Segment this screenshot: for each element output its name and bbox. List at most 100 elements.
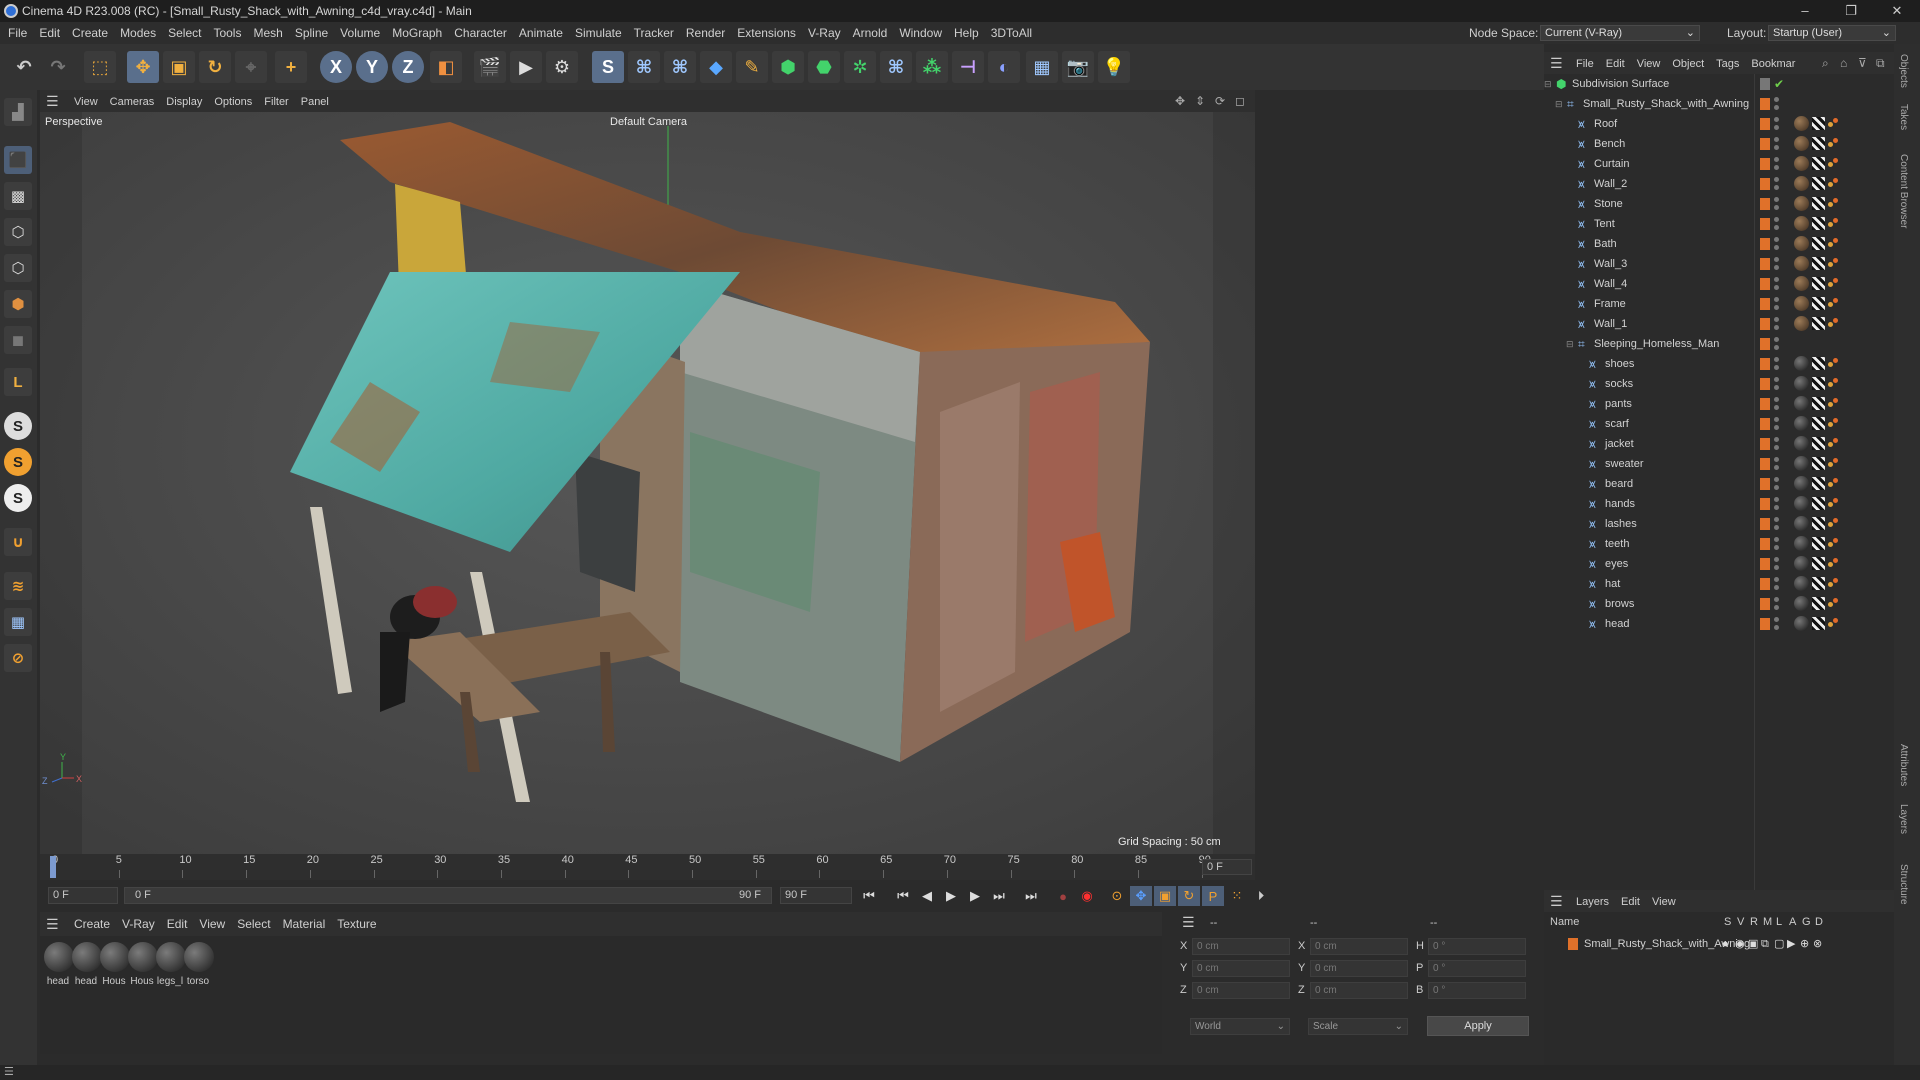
menu-volume[interactable]: Volume: [334, 22, 386, 44]
uvw-tag-icon[interactable]: [1812, 537, 1825, 550]
texture-mode-icon[interactable]: ▩: [4, 182, 32, 210]
redo-icon[interactable]: ↷: [42, 51, 74, 83]
uv-mode-icon[interactable]: ◼: [4, 326, 32, 354]
field-icon[interactable]: ◐: [988, 51, 1020, 83]
uvw-tag-icon[interactable]: [1812, 217, 1825, 230]
material-tag-icon[interactable]: [1794, 176, 1809, 191]
pan-icon[interactable]: ✥: [1175, 90, 1185, 112]
snap-icon[interactable]: S: [4, 412, 32, 440]
python-icon[interactable]: ⌘: [628, 51, 660, 83]
material-menu-view[interactable]: View: [193, 912, 231, 936]
visibility-dots[interactable]: [1774, 337, 1779, 351]
current-frame-field[interactable]: 0 F: [1202, 859, 1252, 875]
search-icon[interactable]: ⌕: [1822, 52, 1829, 74]
material-tag-icon[interactable]: [1794, 276, 1809, 291]
uvw-tag-icon[interactable]: [1812, 597, 1825, 610]
object-row[interactable]: ⩙ Tent: [1544, 214, 1894, 234]
layout-select[interactable]: Startup (User) ⌄: [1768, 25, 1896, 41]
material-tag-icon[interactable]: [1794, 536, 1809, 551]
menu-tools[interactable]: Tools: [207, 22, 247, 44]
keyframe-selection-icon[interactable]: ⊙: [1106, 886, 1128, 906]
object-row[interactable]: ⩙ hands: [1544, 494, 1894, 514]
vray-tag-icon[interactable]: [1828, 138, 1839, 149]
material-menu-select[interactable]: Select: [231, 912, 276, 936]
uvw-tag-icon[interactable]: [1812, 297, 1825, 310]
object-row[interactable]: ⩙ Frame: [1544, 294, 1894, 314]
material-menu-edit[interactable]: Edit: [161, 912, 194, 936]
visibility-dots[interactable]: [1774, 357, 1779, 371]
layer-row[interactable]: Small_Rusty_Shack_with_Awning ● ◉ ▣ ⧉ ▢ ▶ ⊕ ⊗: [1544, 934, 1894, 954]
uvw-tag-icon[interactable]: [1812, 617, 1825, 630]
menu-window[interactable]: Window: [893, 22, 948, 44]
visibility-dots[interactable]: [1774, 457, 1779, 471]
coord-rotation-field[interactable]: 0 °: [1428, 982, 1526, 999]
object-row[interactable]: ⩙ socks: [1544, 374, 1894, 394]
vray-tag-icon[interactable]: [1828, 498, 1839, 509]
deformer-icon[interactable]: ⊣: [952, 51, 984, 83]
timeline-ruler[interactable]: 051015202530354045505560657075808590 0 F: [40, 854, 1255, 880]
material-tag-icon[interactable]: [1794, 476, 1809, 491]
expand-icon[interactable]: ⊟: [1566, 334, 1574, 354]
layer-menu-layers[interactable]: Layers: [1570, 891, 1615, 913]
dolly-icon[interactable]: ⇕: [1195, 90, 1205, 112]
menu-mograph[interactable]: MoGraph: [386, 22, 448, 44]
coordinate-system-icon[interactable]: ◧: [430, 51, 462, 83]
object-row[interactable]: ⩙ Wall_1: [1544, 314, 1894, 334]
hamburger-icon[interactable]: ☰: [4, 1065, 14, 1078]
visibility-dots[interactable]: [1774, 377, 1779, 391]
vray-tag-icon[interactable]: [1828, 418, 1839, 429]
vray-tag-icon[interactable]: [1828, 438, 1839, 449]
key-pla-icon[interactable]: ⁙: [1226, 886, 1248, 906]
schedule-icon[interactable]: ⏵: [1250, 886, 1272, 906]
uvw-tag-icon[interactable]: [1812, 557, 1825, 570]
visibility-dots[interactable]: [1774, 197, 1779, 211]
visibility-dots[interactable]: [1774, 577, 1779, 591]
material-menu-vray[interactable]: V-Ray: [116, 912, 161, 936]
viewport-menu-options[interactable]: Options: [208, 91, 258, 113]
visibility-dots[interactable]: [1774, 437, 1779, 451]
material-tag-icon[interactable]: [1794, 616, 1809, 631]
viewport[interactable]: Perspective Default Camera Grid Spacing …: [40, 112, 1255, 854]
uvw-tag-icon[interactable]: [1812, 477, 1825, 490]
material-tag-icon[interactable]: [1794, 576, 1809, 591]
go-to-end-icon[interactable]: ⏭: [1020, 886, 1042, 906]
move-icon[interactable]: ✥: [127, 51, 159, 83]
visibility-dots[interactable]: [1774, 557, 1779, 571]
solo-icon[interactable]: ●: [1722, 934, 1729, 954]
object-row[interactable]: ⊟ ⌗ Sleeping_Homeless_Man: [1544, 334, 1894, 354]
close-button[interactable]: ✕: [1874, 0, 1920, 22]
material-item[interactable]: Hous: [100, 936, 130, 996]
coord-size-field[interactable]: 0 cm: [1310, 960, 1408, 977]
material-tag-icon[interactable]: [1794, 316, 1809, 331]
menu-3dtoall[interactable]: 3DToAll: [985, 22, 1038, 44]
object-row[interactable]: ⩙ pants: [1544, 394, 1894, 414]
uvw-tag-icon[interactable]: [1812, 157, 1825, 170]
coord-scale-select[interactable]: Scale ⌄: [1308, 1018, 1408, 1035]
previous-key-icon[interactable]: ⏮: [892, 886, 914, 906]
axis-mode-icon[interactable]: L: [4, 368, 32, 396]
vray-tag-icon[interactable]: [1828, 278, 1839, 289]
uvw-tag-icon[interactable]: [1812, 197, 1825, 210]
material-tag-icon[interactable]: [1794, 436, 1809, 451]
vray-tag-icon[interactable]: [1828, 258, 1839, 269]
layer-menu-edit[interactable]: Edit: [1615, 891, 1646, 913]
uvw-tag-icon[interactable]: [1812, 357, 1825, 370]
deformer-icon[interactable]: ⊗: [1813, 934, 1822, 954]
key-position-icon[interactable]: ✥: [1130, 886, 1152, 906]
vray-tag-icon[interactable]: [1828, 538, 1839, 549]
uvw-tag-icon[interactable]: [1812, 457, 1825, 470]
z-axis-button[interactable]: Z: [392, 51, 424, 83]
object-menu-tags[interactable]: Tags: [1710, 53, 1745, 75]
coord-mode-select[interactable]: World ⌄: [1190, 1018, 1290, 1035]
end-frame-field[interactable]: 90 F: [780, 887, 852, 904]
visibility-dots[interactable]: [1774, 257, 1779, 271]
right-tab-structure[interactable]: Structure: [1898, 864, 1909, 905]
camera-icon[interactable]: 📷: [1062, 51, 1094, 83]
vray-tag-icon[interactable]: [1828, 378, 1839, 389]
material-tag-icon[interactable]: [1794, 376, 1809, 391]
menu-arnold[interactable]: Arnold: [847, 22, 894, 44]
menu-select[interactable]: Select: [162, 22, 207, 44]
filter-icon[interactable]: ⊽: [1858, 52, 1867, 74]
vray-tag-icon[interactable]: [1828, 398, 1839, 409]
menu-extensions[interactable]: Extensions: [731, 22, 802, 44]
